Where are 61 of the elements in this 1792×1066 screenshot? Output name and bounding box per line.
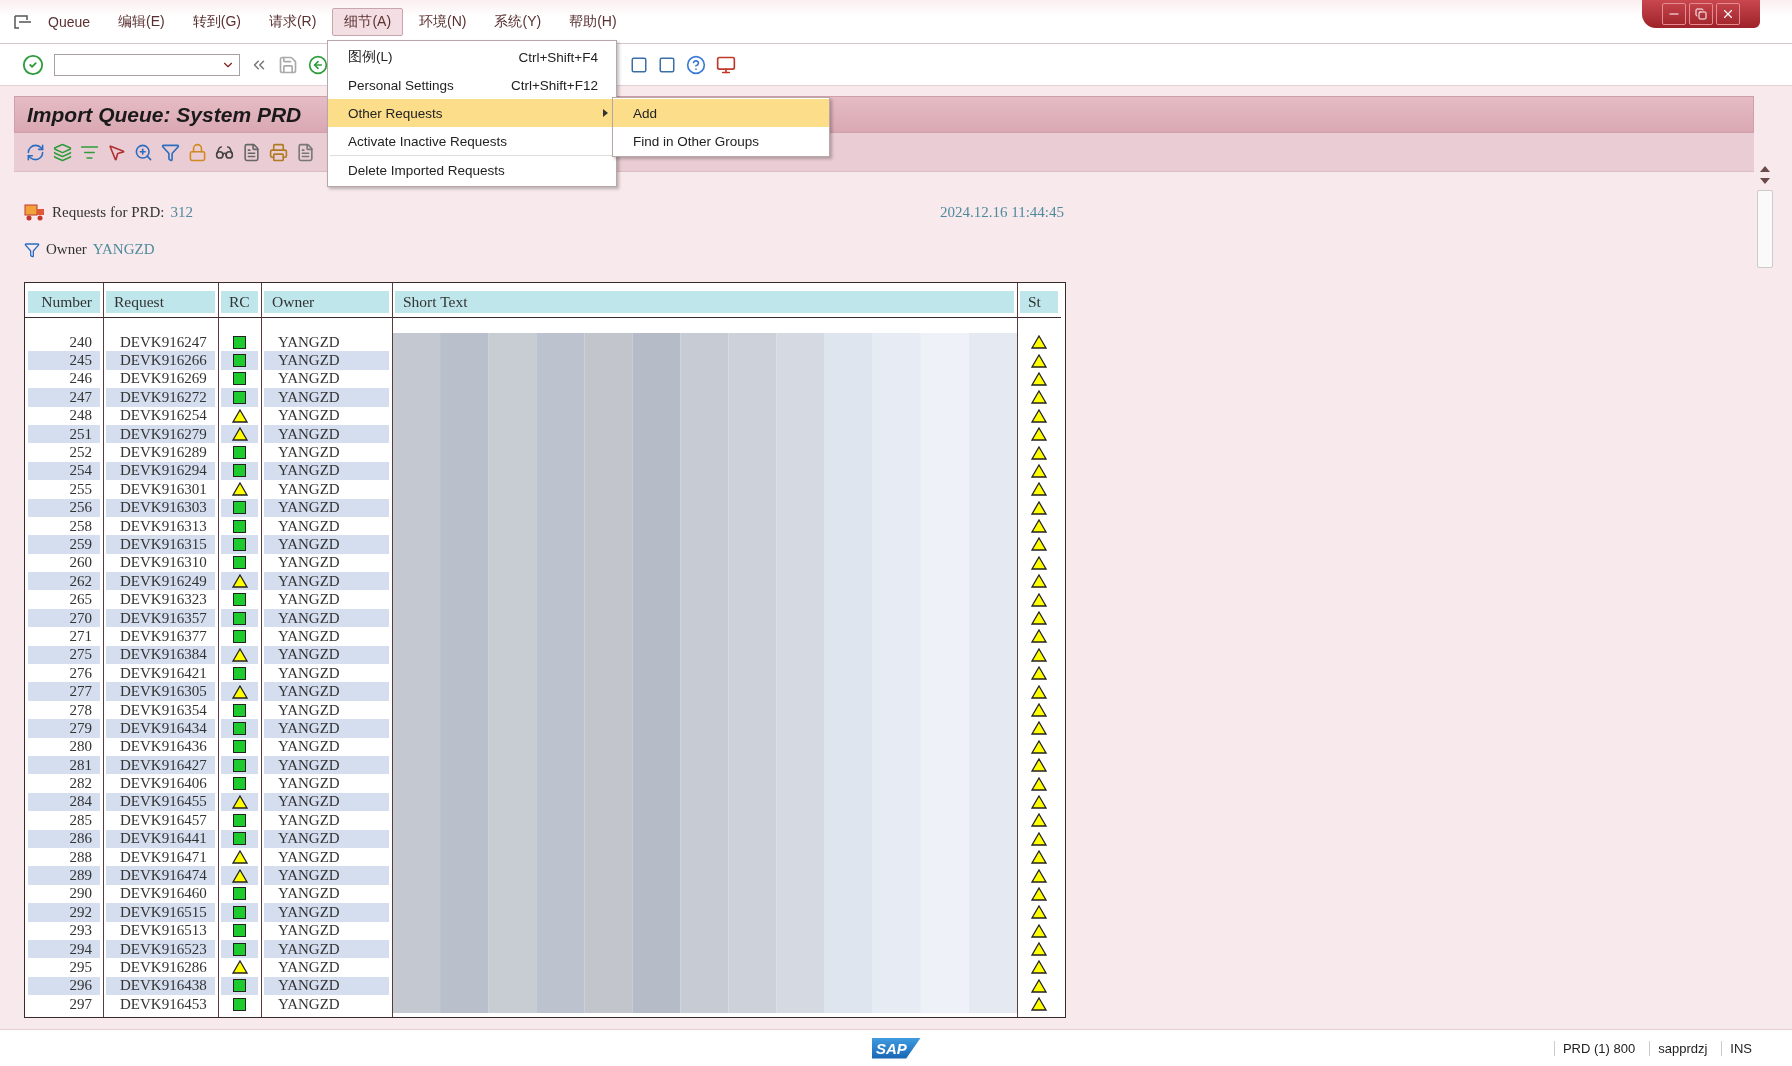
table-cell: DEVK916515 bbox=[106, 903, 215, 922]
menu-item[interactable]: 细节(A) bbox=[332, 7, 404, 36]
menu-option-label: Other Requests bbox=[348, 105, 443, 121]
column-header[interactable]: Request bbox=[106, 291, 215, 313]
table-cell: DEVK916474 bbox=[106, 866, 215, 885]
requests-count: 312 bbox=[170, 204, 193, 221]
menu-option[interactable]: Activate Inactive Requests bbox=[328, 127, 616, 155]
table-cell: 259 bbox=[28, 535, 100, 554]
table-cell: YANGZD bbox=[264, 388, 389, 407]
window-title: Import Queue: System PRD bbox=[27, 102, 302, 127]
table-cell: 279 bbox=[28, 719, 100, 738]
table-cell: 277 bbox=[28, 682, 100, 701]
table-cell: YANGZD bbox=[264, 866, 389, 885]
shortcut-label: Ctrl+Shift+F12 bbox=[510, 77, 598, 93]
status-item: sapprdzj bbox=[1649, 1040, 1708, 1056]
table-cell: YANGZD bbox=[264, 903, 389, 922]
table-cell: 247 bbox=[28, 388, 100, 407]
column-header[interactable]: Number bbox=[28, 291, 100, 313]
menu-item[interactable]: 编辑(E) bbox=[106, 7, 177, 36]
table-cell: YANGZD bbox=[264, 682, 389, 701]
menu-item[interactable]: 转到(G) bbox=[180, 7, 253, 36]
owner-value: YANGZD bbox=[92, 241, 155, 258]
menu-option[interactable]: Personal Settings Ctrl+Shift+F12 bbox=[328, 71, 616, 99]
table-cell: YANGZD bbox=[264, 351, 389, 370]
table-cell: DEVK916249 bbox=[106, 572, 215, 591]
table-cell: DEVK916305 bbox=[106, 682, 215, 701]
table-cell: YANGZD bbox=[264, 572, 389, 591]
owner-label: Owner bbox=[46, 241, 87, 258]
menu-item[interactable]: 请求(R) bbox=[256, 7, 329, 36]
status-item: PRD (1) 800 bbox=[1553, 1040, 1636, 1056]
table-cell: 262 bbox=[28, 572, 100, 591]
status-item: INS bbox=[1721, 1040, 1752, 1056]
column-header[interactable]: RC bbox=[221, 291, 258, 313]
column-header[interactable]: Short Text bbox=[395, 291, 1014, 313]
menu-item[interactable]: Queue bbox=[36, 8, 103, 35]
table-cell: 292 bbox=[28, 903, 100, 922]
sap-logo: SAP bbox=[872, 1037, 921, 1059]
table-cell: 289 bbox=[28, 866, 100, 885]
menu-item[interactable]: 系统(Y) bbox=[482, 7, 554, 36]
table-cell: DEVK916266 bbox=[106, 351, 215, 370]
column-header[interactable]: Owner bbox=[264, 291, 389, 313]
table-cell: DEVK916434 bbox=[106, 719, 215, 738]
menu-option[interactable]: Find in Other Groups bbox=[613, 127, 829, 155]
menu-option[interactable]: Add bbox=[613, 99, 829, 127]
menu-option-label: 图例(L) bbox=[348, 48, 393, 66]
table-cell: DEVK916315 bbox=[106, 535, 215, 554]
menu-option-label: Delete Imported Requests bbox=[348, 162, 505, 178]
menu-option[interactable]: Delete Imported Requests bbox=[328, 156, 616, 184]
table-cell: YANGZD bbox=[264, 535, 389, 554]
table-cell: DEVK916272 bbox=[106, 388, 215, 407]
menu-item[interactable]: 环境(N) bbox=[407, 7, 479, 36]
requests-label: Requests for PRD: bbox=[52, 204, 165, 221]
column-header[interactable]: St bbox=[1020, 291, 1058, 313]
menu-option-label: Activate Inactive Requests bbox=[348, 133, 508, 149]
menu-option-label: Personal Settings bbox=[348, 77, 454, 93]
timestamp: 2024.12.16 11:44:45 bbox=[939, 204, 1064, 221]
table-cell: YANGZD bbox=[264, 719, 389, 738]
table-cell: 245 bbox=[28, 351, 100, 370]
menu-option[interactable]: 图例(L) Ctrl+Shift+F4 bbox=[328, 43, 616, 71]
shortcut-label: Ctrl+Shift+F4 bbox=[518, 49, 598, 65]
menu-item[interactable]: 帮助(H) bbox=[557, 7, 629, 36]
